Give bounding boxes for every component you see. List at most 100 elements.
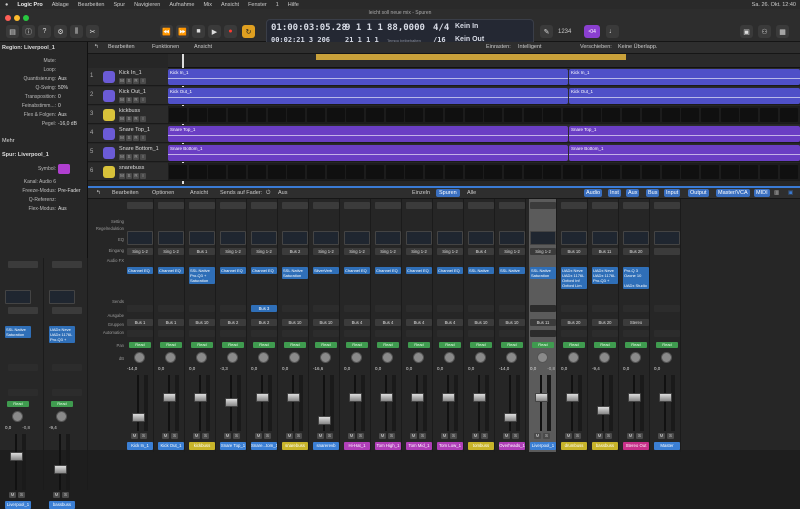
inspector-row-transpose[interactable]: Transposition: 0 — [0, 94, 88, 102]
send-slot[interactable] — [561, 305, 587, 312]
eq-thumbnail[interactable] — [561, 231, 587, 245]
snap-select[interactable]: Intelligent — [518, 44, 542, 52]
menu-navigieren[interactable]: Navigieren — [134, 2, 160, 8]
midi-region[interactable] — [228, 165, 247, 179]
inspector-row-finetune[interactable]: Feinabstimm...: 0 — [0, 103, 88, 111]
automation-mode[interactable]: Read — [129, 342, 151, 348]
volume-fader[interactable] — [625, 375, 647, 431]
volume-fader[interactable] — [501, 375, 523, 431]
eq-thumbnail[interactable] — [158, 231, 184, 245]
midi-region[interactable] — [543, 108, 562, 122]
volume-readout[interactable]: 0,0 — [561, 366, 587, 371]
eq-thumbnail[interactable] — [189, 231, 215, 245]
solo-button[interactable]: S — [264, 433, 271, 439]
eq-thumbnail[interactable] — [623, 231, 649, 245]
group-slot[interactable] — [437, 330, 463, 337]
audio-fx-slot[interactable]: SilverVerb — [313, 267, 339, 274]
fader-cap[interactable] — [628, 393, 641, 402]
send-slot[interactable] — [189, 305, 215, 312]
mixer-back-icon[interactable]: ↰ — [96, 189, 101, 197]
eq-thumbnail[interactable] — [468, 231, 494, 245]
midi-region[interactable] — [188, 108, 207, 122]
track-r-button[interactable]: R — [133, 154, 139, 160]
volume-readout[interactable]: 0,0 — [158, 366, 184, 371]
setting-button[interactable] — [282, 202, 308, 209]
input-slot[interactable]: Bus 10 — [561, 248, 587, 255]
setting-button[interactable] — [127, 202, 153, 209]
volume-fader[interactable] — [160, 375, 182, 431]
mixer-view-menu[interactable]: Ansicht — [190, 189, 208, 197]
track-r-button[interactable]: R — [133, 173, 139, 179]
volume-fader[interactable] — [346, 375, 368, 431]
menu-1[interactable]: 1 — [276, 2, 279, 8]
fader-cap[interactable] — [132, 413, 145, 422]
midi-region[interactable] — [464, 108, 483, 122]
midi-region[interactable] — [444, 165, 463, 179]
fader-cap[interactable] — [442, 393, 455, 402]
eq-thumbnail[interactable] — [499, 231, 525, 245]
input-slot[interactable]: Sing 1-2 — [251, 248, 277, 255]
midi-region[interactable] — [681, 165, 700, 179]
input-slot[interactable]: Bus 4 — [468, 248, 494, 255]
track-i-button[interactable]: I — [140, 173, 146, 179]
send-slot[interactable] — [406, 305, 432, 312]
cycle-region[interactable] — [316, 54, 626, 60]
track-r-button[interactable]: R — [133, 97, 139, 103]
pan-knob[interactable] — [351, 352, 362, 363]
pan-knob[interactable] — [537, 352, 548, 363]
input-slot[interactable]: Sing 1-2 — [375, 248, 401, 255]
inspector-more[interactable]: Mehr — [2, 138, 15, 144]
midi-region[interactable] — [622, 108, 641, 122]
channel-name[interactable]: Kick In_1 — [127, 442, 153, 450]
output-slot[interactable]: Bus 10 — [313, 319, 339, 326]
volume-readout[interactable]: 0,0 — [375, 366, 401, 371]
mixer-filter-midi[interactable]: MIDI — [754, 189, 770, 197]
volume-fader[interactable] — [656, 375, 678, 431]
midi-region[interactable] — [563, 108, 581, 122]
pan-knob[interactable] — [56, 411, 67, 422]
volume-readout[interactable]: 0,0 — [468, 366, 494, 371]
fader-cap[interactable] — [504, 413, 517, 422]
midi-region[interactable] — [405, 108, 424, 122]
mute-button[interactable]: M — [162, 433, 169, 439]
volume-readout[interactable]: -9,4 — [592, 366, 618, 371]
send-slot[interactable] — [313, 305, 339, 312]
audio-fx-slot[interactable]: SSL Native Pro-Q3 + Saturation — [189, 267, 215, 284]
pan-knob[interactable] — [506, 352, 517, 363]
count-in-icon[interactable]: ✎ — [540, 25, 553, 38]
library-icon[interactable]: ▤ — [6, 25, 19, 38]
close-window-button[interactable] — [5, 15, 11, 21]
midi-region[interactable] — [287, 108, 306, 122]
midi-region[interactable] — [503, 108, 522, 122]
mute-button[interactable]: M — [348, 433, 355, 439]
pan-knob[interactable] — [475, 352, 486, 363]
mute-button[interactable]: M — [410, 433, 417, 439]
group-slot[interactable] — [592, 330, 618, 337]
audio-fx-slot[interactable]: Channel EQ — [158, 267, 184, 274]
midi-region[interactable] — [405, 165, 424, 179]
input-slot[interactable]: Sing 1-2 — [406, 248, 432, 255]
audio-region[interactable]: Kick Out_1 — [168, 88, 568, 104]
group-slot[interactable] — [561, 330, 587, 337]
rewind-icon[interactable]: ⏪ — [160, 25, 173, 38]
mixer-panel-icon[interactable]: ▣ — [788, 189, 793, 197]
minimize-window-button[interactable] — [14, 15, 20, 21]
track-header-row[interactable]: 3 kickbuss M S R I — [88, 106, 168, 124]
midi-region[interactable] — [464, 165, 483, 179]
track-m-button[interactable]: M — [119, 78, 125, 84]
fader-cap[interactable] — [10, 452, 23, 461]
solo-button[interactable]: S — [202, 433, 209, 439]
setting-button[interactable] — [8, 261, 38, 268]
menu-hilfe[interactable]: Hilfe — [288, 2, 299, 8]
volume-fader[interactable] — [284, 375, 306, 431]
automation-mode[interactable]: Read — [594, 342, 616, 348]
output-slot[interactable]: Bus 4 — [375, 319, 401, 326]
midi-region[interactable] — [484, 165, 503, 179]
automation-mode[interactable]: Read — [284, 342, 306, 348]
mixer-filter-audio[interactable]: Audio — [584, 189, 603, 197]
pan-knob[interactable] — [382, 352, 393, 363]
inspector-row-mute[interactable]: Mute: — [0, 58, 88, 66]
input-slot[interactable]: Bus 11 — [592, 248, 618, 255]
automation-mode[interactable]: Read — [501, 342, 523, 348]
midi-region[interactable] — [444, 108, 463, 122]
